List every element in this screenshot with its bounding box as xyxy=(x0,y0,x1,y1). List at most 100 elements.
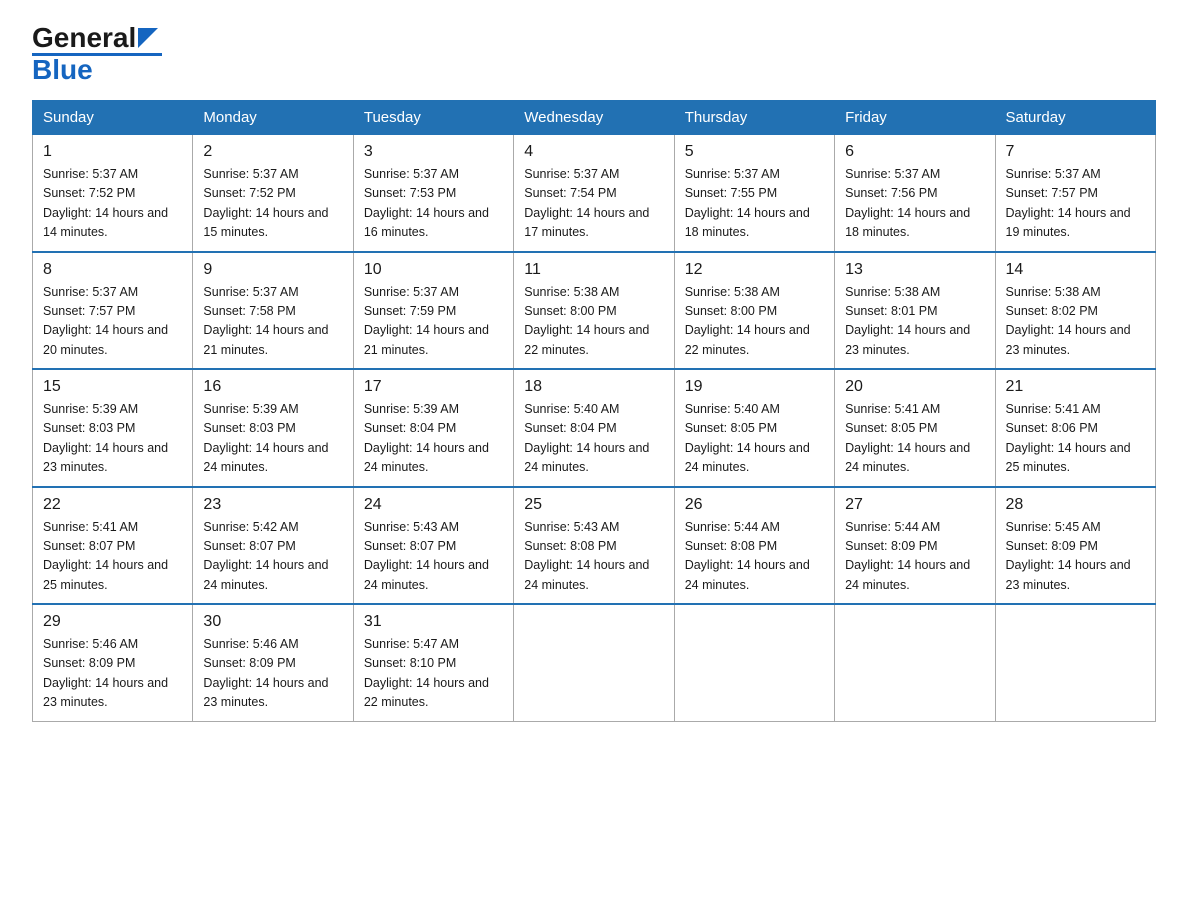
table-row xyxy=(674,604,834,721)
day-number: 18 xyxy=(524,378,663,396)
calendar-week-row: 29Sunrise: 5:46 AMSunset: 8:09 PMDayligh… xyxy=(33,604,1156,721)
table-row: 1 Sunrise: 5:37 AMSunset: 7:52 PMDaylight… xyxy=(33,135,193,252)
day-number: 5 xyxy=(685,143,824,161)
day-number: 8 xyxy=(43,261,182,279)
day-number: 14 xyxy=(1006,261,1145,279)
table-row: 11Sunrise: 5:38 AMSunset: 8:00 PMDayligh… xyxy=(514,252,674,370)
calendar-week-row: 8 Sunrise: 5:37 AMSunset: 7:57 PMDaylight… xyxy=(33,252,1156,370)
day-number: 10 xyxy=(364,261,503,279)
table-row: 18 Sunrise: 5:40 AMSunset: 8:04 PMDayligh… xyxy=(514,369,674,487)
table-row: 26Sunrise: 5:44 AMSunset: 8:08 PMDayligh… xyxy=(674,487,834,605)
table-row: 3Sunrise: 5:37 AMSunset: 7:53 PMDaylight… xyxy=(353,135,513,252)
table-row: 28 Sunrise: 5:45 AMSunset: 8:09 PMDayligh… xyxy=(995,487,1155,605)
day-info: Sunrise: 5:37 AMSunset: 7:58 PMDaylight:… xyxy=(203,283,342,361)
day-info: Sunrise: 5:38 AMSunset: 8:00 PMDaylight:… xyxy=(685,283,824,361)
header-tuesday: Tuesday xyxy=(353,101,513,135)
day-info: Sunrise: 5:43 AMSunset: 8:08 PMDaylight:… xyxy=(524,518,663,596)
day-number: 9 xyxy=(203,261,342,279)
day-number: 17 xyxy=(364,378,503,396)
table-row: 10 Sunrise: 5:37 AMSunset: 7:59 PMDayligh… xyxy=(353,252,513,370)
header-wednesday: Wednesday xyxy=(514,101,674,135)
day-info: Sunrise: 5:47 AMSunset: 8:10 PMDaylight:… xyxy=(364,635,503,713)
header-sunday: Sunday xyxy=(33,101,193,135)
logo-blue-text: Blue xyxy=(32,56,93,84)
table-row: 6 Sunrise: 5:37 AMSunset: 7:56 PMDaylight… xyxy=(835,135,995,252)
table-row: 15Sunrise: 5:39 AMSunset: 8:03 PMDayligh… xyxy=(33,369,193,487)
day-number: 24 xyxy=(364,496,503,514)
day-number: 7 xyxy=(1006,143,1145,161)
logo-general-text: General xyxy=(32,24,136,52)
day-info: Sunrise: 5:45 AMSunset: 8:09 PMDaylight:… xyxy=(1006,518,1145,596)
header-saturday: Saturday xyxy=(995,101,1155,135)
logo-triangle-icon xyxy=(138,28,158,48)
day-info: Sunrise: 5:44 AMSunset: 8:08 PMDaylight:… xyxy=(685,518,824,596)
day-info: Sunrise: 5:37 AMSunset: 7:57 PMDaylight:… xyxy=(43,283,182,361)
day-info: Sunrise: 5:38 AMSunset: 8:00 PMDaylight:… xyxy=(524,283,663,361)
table-row: 20 Sunrise: 5:41 AMSunset: 8:05 PMDayligh… xyxy=(835,369,995,487)
table-row: 17 Sunrise: 5:39 AMSunset: 8:04 PMDayligh… xyxy=(353,369,513,487)
day-info: Sunrise: 5:37 AMSunset: 7:59 PMDaylight:… xyxy=(364,283,503,361)
weekday-header-row: Sunday Monday Tuesday Wednesday Thursday… xyxy=(33,101,1156,135)
logo: General Blue xyxy=(32,24,162,84)
day-info: Sunrise: 5:40 AMSunset: 8:04 PMDaylight:… xyxy=(524,400,663,478)
table-row: 31 Sunrise: 5:47 AMSunset: 8:10 PMDayligh… xyxy=(353,604,513,721)
table-row: 9 Sunrise: 5:37 AMSunset: 7:58 PMDaylight… xyxy=(193,252,353,370)
table-row: 7 Sunrise: 5:37 AMSunset: 7:57 PMDaylight… xyxy=(995,135,1155,252)
table-row: 21Sunrise: 5:41 AMSunset: 8:06 PMDayligh… xyxy=(995,369,1155,487)
day-info: Sunrise: 5:37 AMSunset: 7:53 PMDaylight:… xyxy=(364,165,503,243)
table-row: 13 Sunrise: 5:38 AMSunset: 8:01 PMDayligh… xyxy=(835,252,995,370)
calendar-week-row: 15Sunrise: 5:39 AMSunset: 8:03 PMDayligh… xyxy=(33,369,1156,487)
table-row: 8 Sunrise: 5:37 AMSunset: 7:57 PMDaylight… xyxy=(33,252,193,370)
table-row: 2 Sunrise: 5:37 AMSunset: 7:52 PMDaylight… xyxy=(193,135,353,252)
calendar-table: Sunday Monday Tuesday Wednesday Thursday… xyxy=(32,100,1156,722)
table-row: 30Sunrise: 5:46 AMSunset: 8:09 PMDayligh… xyxy=(193,604,353,721)
day-number: 23 xyxy=(203,496,342,514)
day-number: 16 xyxy=(203,378,342,396)
day-number: 13 xyxy=(845,261,984,279)
day-info: Sunrise: 5:41 AMSunset: 8:07 PMDaylight:… xyxy=(43,518,182,596)
day-number: 20 xyxy=(845,378,984,396)
table-row: 4 Sunrise: 5:37 AMSunset: 7:54 PMDaylight… xyxy=(514,135,674,252)
day-info: Sunrise: 5:41 AMSunset: 8:05 PMDaylight:… xyxy=(845,400,984,478)
day-info: Sunrise: 5:37 AMSunset: 7:56 PMDaylight:… xyxy=(845,165,984,243)
day-info: Sunrise: 5:39 AMSunset: 8:03 PMDaylight:… xyxy=(43,400,182,478)
table-row: 27 Sunrise: 5:44 AMSunset: 8:09 PMDayligh… xyxy=(835,487,995,605)
table-row: 25Sunrise: 5:43 AMSunset: 8:08 PMDayligh… xyxy=(514,487,674,605)
table-row: 22 Sunrise: 5:41 AMSunset: 8:07 PMDayligh… xyxy=(33,487,193,605)
day-info: Sunrise: 5:44 AMSunset: 8:09 PMDaylight:… xyxy=(845,518,984,596)
day-info: Sunrise: 5:42 AMSunset: 8:07 PMDaylight:… xyxy=(203,518,342,596)
day-number: 2 xyxy=(203,143,342,161)
day-info: Sunrise: 5:37 AMSunset: 7:55 PMDaylight:… xyxy=(685,165,824,243)
day-info: Sunrise: 5:38 AMSunset: 8:01 PMDaylight:… xyxy=(845,283,984,361)
day-info: Sunrise: 5:39 AMSunset: 8:04 PMDaylight:… xyxy=(364,400,503,478)
day-info: Sunrise: 5:39 AMSunset: 8:03 PMDaylight:… xyxy=(203,400,342,478)
day-number: 6 xyxy=(845,143,984,161)
day-info: Sunrise: 5:37 AMSunset: 7:52 PMDaylight:… xyxy=(43,165,182,243)
table-row: 23 Sunrise: 5:42 AMSunset: 8:07 PMDayligh… xyxy=(193,487,353,605)
day-info: Sunrise: 5:38 AMSunset: 8:02 PMDaylight:… xyxy=(1006,283,1145,361)
day-info: Sunrise: 5:37 AMSunset: 7:52 PMDaylight:… xyxy=(203,165,342,243)
header-thursday: Thursday xyxy=(674,101,834,135)
day-number: 4 xyxy=(524,143,663,161)
day-number: 22 xyxy=(43,496,182,514)
header-monday: Monday xyxy=(193,101,353,135)
day-number: 19 xyxy=(685,378,824,396)
day-number: 31 xyxy=(364,613,503,631)
day-number: 27 xyxy=(845,496,984,514)
table-row xyxy=(995,604,1155,721)
table-row: 24Sunrise: 5:43 AMSunset: 8:07 PMDayligh… xyxy=(353,487,513,605)
calendar-week-row: 22 Sunrise: 5:41 AMSunset: 8:07 PMDayligh… xyxy=(33,487,1156,605)
day-info: Sunrise: 5:40 AMSunset: 8:05 PMDaylight:… xyxy=(685,400,824,478)
table-row: 19 Sunrise: 5:40 AMSunset: 8:05 PMDayligh… xyxy=(674,369,834,487)
day-number: 1 xyxy=(43,143,182,161)
day-number: 29 xyxy=(43,613,182,631)
day-number: 30 xyxy=(203,613,342,631)
table-row xyxy=(835,604,995,721)
day-info: Sunrise: 5:37 AMSunset: 7:54 PMDaylight:… xyxy=(524,165,663,243)
day-info: Sunrise: 5:37 AMSunset: 7:57 PMDaylight:… xyxy=(1006,165,1145,243)
table-row: 5 Sunrise: 5:37 AMSunset: 7:55 PMDaylight… xyxy=(674,135,834,252)
table-row: 16 Sunrise: 5:39 AMSunset: 8:03 PMDayligh… xyxy=(193,369,353,487)
day-number: 28 xyxy=(1006,496,1145,514)
day-number: 21 xyxy=(1006,378,1145,396)
calendar-week-row: 1 Sunrise: 5:37 AMSunset: 7:52 PMDaylight… xyxy=(33,135,1156,252)
